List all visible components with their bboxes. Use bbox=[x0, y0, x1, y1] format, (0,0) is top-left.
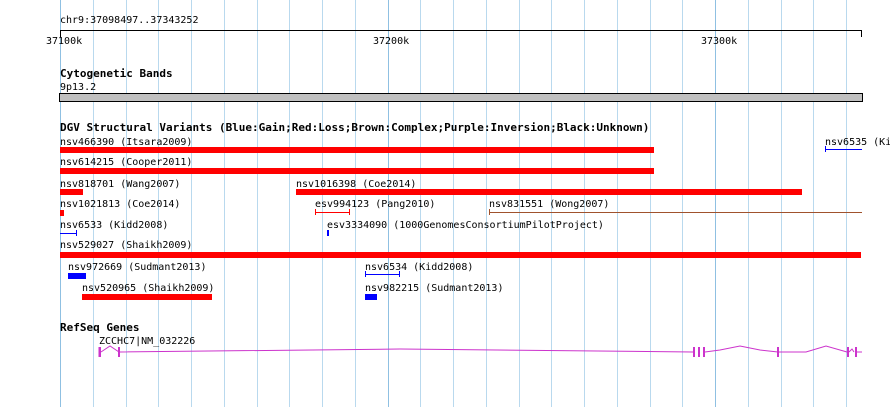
variant-label[interactable]: nsv1021813 (Coe2014) bbox=[60, 199, 180, 210]
variant-bar-loss[interactable] bbox=[82, 294, 212, 300]
variant-label[interactable]: esv3334090 (1000GenomesConsortiumPilotPr… bbox=[327, 220, 604, 231]
cytoband-name: 9p13.2 bbox=[60, 82, 97, 93]
variant-bar-end bbox=[349, 209, 350, 215]
variant-bar-loss[interactable] bbox=[60, 210, 64, 216]
variant-label[interactable]: nsv831551 (Wong2007) bbox=[489, 199, 609, 210]
variant-label[interactable]: nsv982215 (Sudmant2013) bbox=[365, 283, 503, 294]
location-label: chr9:37098497..37343252 bbox=[60, 15, 199, 26]
variant-bar-end bbox=[76, 230, 77, 236]
variant-bar-end bbox=[399, 271, 400, 277]
ruler-axis bbox=[60, 30, 861, 31]
genome-browser-view: chr9:37098497..37343252 37100k 37200k 37… bbox=[0, 0, 890, 407]
variant-label[interactable]: nsv529027 (Shaikh2009) bbox=[60, 240, 192, 251]
variant-label[interactable]: nsv972669 (Sudmant2013) bbox=[68, 262, 206, 273]
cytoband-bar[interactable] bbox=[59, 93, 863, 102]
ruler-right-tick bbox=[861, 30, 862, 37]
variant-bar-loss[interactable] bbox=[60, 252, 861, 258]
variant-bar-gain[interactable] bbox=[365, 274, 400, 275]
variant-bar-end bbox=[825, 146, 826, 152]
variant-bar-loss[interactable] bbox=[296, 189, 802, 195]
variant-label[interactable]: nsv520965 (Shaikh2009) bbox=[82, 283, 214, 294]
variant-bar-loss[interactable] bbox=[60, 168, 654, 174]
variant-label[interactable]: nsv6535 (Ki bbox=[825, 137, 890, 148]
dgv-title: DGV Structural Variants (Blue:Gain;Red:L… bbox=[60, 121, 650, 134]
cytoband-title: Cytogenetic Bands bbox=[60, 67, 173, 80]
variant-label[interactable]: nsv6534 (Kidd2008) bbox=[365, 262, 473, 273]
variant-bar-loss[interactable] bbox=[315, 212, 350, 213]
variant-label[interactable]: esv994123 (Pang2010) bbox=[315, 199, 435, 210]
ruler-label-37100k: 37100k bbox=[46, 36, 83, 47]
variant-bar-complex[interactable] bbox=[489, 212, 862, 213]
variant-bar-gain[interactable] bbox=[68, 273, 86, 279]
variant-bar-gain[interactable] bbox=[327, 230, 329, 236]
variant-label[interactable]: nsv614215 (Cooper2011) bbox=[60, 157, 192, 168]
variant-bar-gain[interactable] bbox=[365, 294, 377, 300]
ruler-label-37300k: 37300k bbox=[701, 36, 738, 47]
variant-bar-start bbox=[489, 209, 490, 215]
variant-bar-gain[interactable] bbox=[825, 149, 862, 150]
variant-bar-start bbox=[315, 209, 316, 215]
variant-bar-loss[interactable] bbox=[60, 189, 83, 195]
refseq-title: RefSeq Genes bbox=[60, 321, 140, 334]
ruler-label-37200k: 37200k bbox=[373, 36, 410, 47]
gene-model-zcchc7[interactable] bbox=[0, 340, 890, 364]
variant-bar-start bbox=[365, 271, 366, 277]
variant-bar-gain[interactable] bbox=[60, 233, 77, 234]
variant-bar-loss[interactable] bbox=[60, 147, 654, 153]
